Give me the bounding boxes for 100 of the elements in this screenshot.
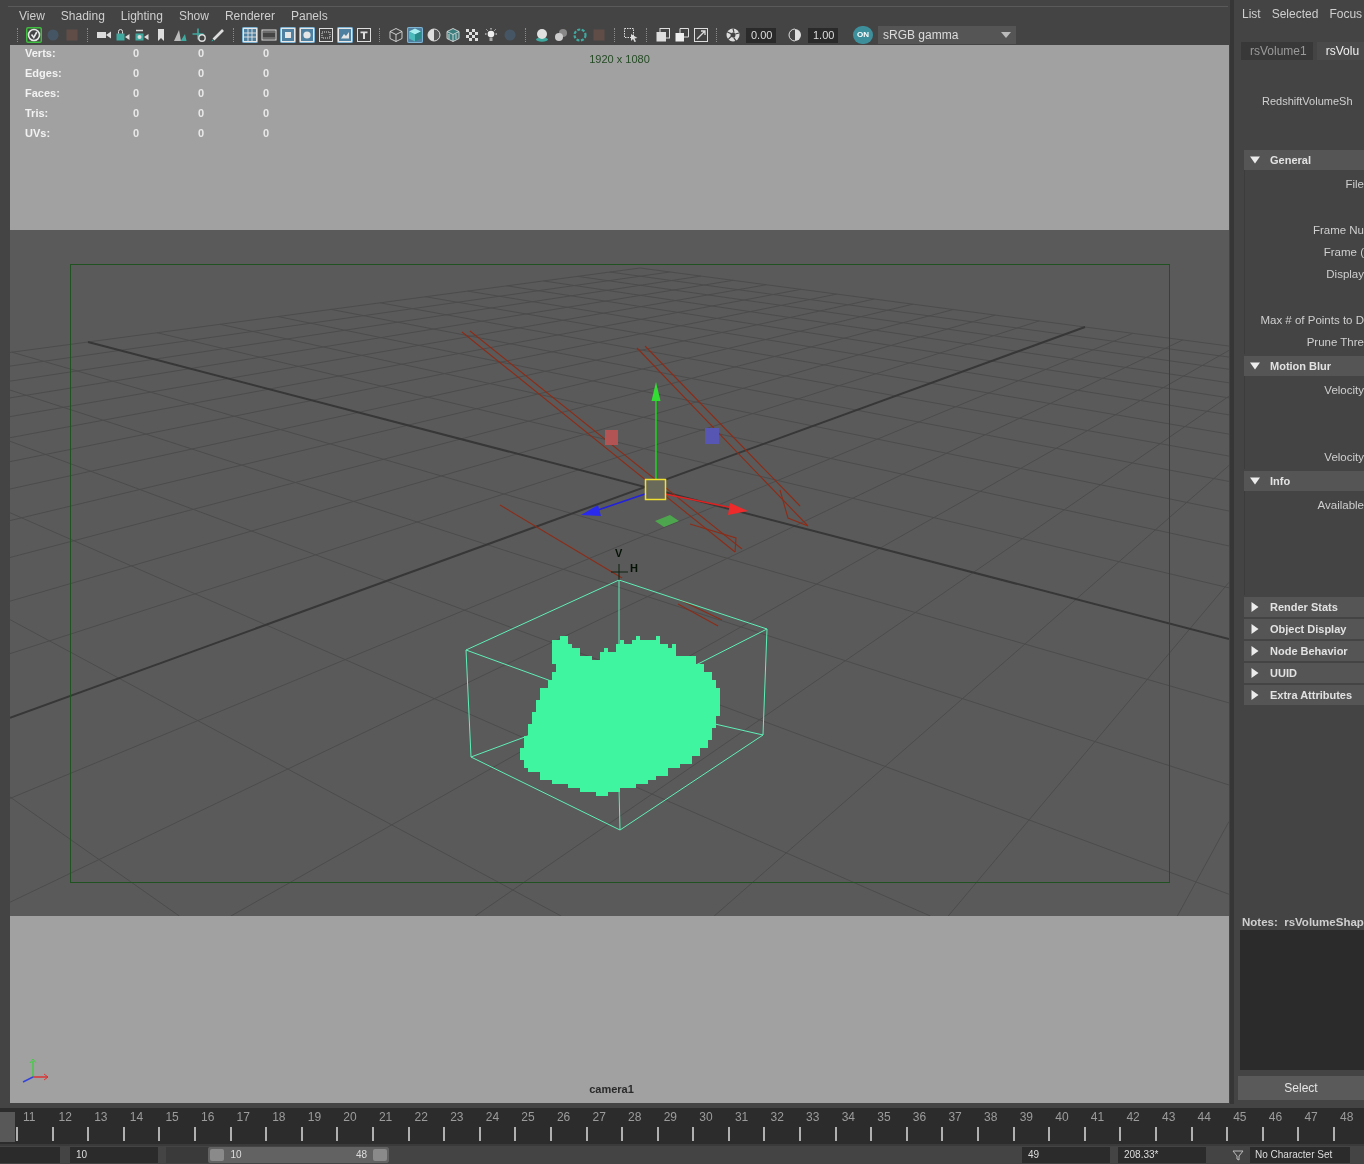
frame-number: 25 — [521, 1110, 535, 1124]
check-circle-icon[interactable] — [26, 27, 42, 43]
framed-square-icon[interactable] — [280, 27, 296, 43]
frame-number: 26 — [556, 1110, 571, 1124]
frame-number: 19 — [307, 1110, 322, 1124]
section-header[interactable]: Object Display — [1244, 619, 1364, 639]
half-circle-icon[interactable] — [787, 27, 803, 43]
select-button[interactable]: Select — [1238, 1076, 1364, 1100]
checker-icon[interactable] — [464, 27, 480, 43]
attribute-label: File — [1345, 177, 1364, 192]
stacked-squares-icon[interactable] — [655, 27, 671, 43]
volume-cloud[interactable] — [520, 636, 720, 796]
plane-handle[interactable] — [605, 430, 618, 445]
pencil-icon[interactable] — [210, 27, 226, 43]
dotted-frame-icon[interactable] — [318, 27, 334, 43]
start-frame-field[interactable]: 10 — [70, 1147, 158, 1163]
input-field[interactable] — [0, 1147, 60, 1163]
slider-handle[interactable] — [373, 1149, 387, 1161]
menu-item[interactable]: List — [1242, 6, 1261, 24]
half-circle-icon[interactable] — [426, 27, 442, 43]
exposure-field[interactable]: 0.00 — [746, 27, 776, 43]
text-frame-icon[interactable] — [356, 27, 372, 43]
menu-item[interactable]: Show — [178, 8, 209, 24]
time-slider[interactable]: 11 12 13 14 15 16 17 18 19 20 21 22 23 24 25 26 27 28 29 30 31 32 33 34 35 36 37 38 39 40 41 42 43 44 45 46 47 48 — [0, 1108, 1364, 1146]
end-frame-field[interactable]: 49 — [1022, 1147, 1110, 1163]
light-bulb-icon[interactable] — [483, 27, 499, 43]
section-header[interactable]: Render Stats — [1244, 597, 1364, 617]
hud-value: 0 — [131, 106, 141, 121]
notes-field[interactable] — [1240, 930, 1364, 1070]
arrow-box-icon[interactable] — [693, 27, 709, 43]
hud-value: 0 — [196, 86, 206, 101]
slider-handle[interactable] — [210, 1149, 225, 1161]
hud-value: 0 — [131, 46, 141, 61]
film-strip-icon[interactable] — [261, 27, 277, 43]
frame-number: 24 — [485, 1110, 500, 1124]
hud-value: 0 — [261, 86, 271, 101]
hud-value: 0 — [131, 66, 141, 81]
circle-frame-icon[interactable] — [299, 27, 315, 43]
hud-label: Verts: — [25, 46, 57, 61]
frame-number: 33 — [806, 1110, 820, 1124]
aperture-icon[interactable] — [725, 27, 741, 43]
camera-name-label: camera1 — [589, 1082, 634, 1096]
plane-handle[interactable] — [705, 428, 719, 444]
section-header[interactable]: Extra Attributes — [1244, 685, 1364, 705]
frame-number: 48 — [1339, 1110, 1354, 1124]
select-box-icon[interactable] — [623, 27, 639, 43]
y-axis-arrow[interactable] — [651, 382, 661, 480]
spheres-icon[interactable] — [553, 27, 569, 43]
gamma-field[interactable]: 1.00 — [808, 27, 838, 43]
menu-item[interactable]: Lighting — [120, 8, 163, 24]
color-management-toggle[interactable]: ON — [853, 26, 873, 44]
frame-number: 34 — [841, 1110, 855, 1124]
frame-number: 30 — [699, 1110, 713, 1124]
section-header[interactable]: Info — [1244, 471, 1364, 491]
cross-ring-icon[interactable] — [191, 27, 207, 43]
section-header[interactable]: UUID — [1244, 663, 1364, 683]
frame-number: 41 — [1090, 1110, 1105, 1124]
section-header[interactable]: General — [1244, 150, 1364, 170]
frame-number: 47 — [1304, 1110, 1318, 1124]
frame-number: 46 — [1268, 1110, 1283, 1124]
squares-icon[interactable] — [674, 27, 690, 43]
image-frame-icon[interactable] — [337, 27, 353, 43]
sphere-icon[interactable] — [534, 27, 550, 43]
ring-icon[interactable] — [572, 27, 588, 43]
view-transform-dropdown[interactable]: sRGB gamma — [878, 26, 1016, 44]
frame-number: 27 — [592, 1110, 606, 1124]
character-set-dropdown[interactable]: No Character Set — [1250, 1147, 1350, 1163]
center-handle[interactable] — [644, 478, 667, 501]
attribute-label: Max # of Points to D — [1260, 313, 1364, 328]
frame-number: 45 — [1233, 1110, 1247, 1124]
menu-item[interactable]: View — [19, 8, 45, 24]
menu-item[interactable]: Renderer — [224, 8, 275, 24]
hud-value: 0 — [196, 66, 206, 81]
menu-item[interactable]: Focus — [1329, 6, 1363, 24]
grid-icon[interactable] — [242, 27, 258, 43]
tab[interactable]: rsVolu — [1316, 42, 1364, 60]
tab[interactable]: rsVolume1 — [1241, 42, 1313, 60]
end-frame-field[interactable]: 208.33* — [1118, 1147, 1206, 1163]
section-header[interactable]: Motion Blur — [1244, 356, 1364, 376]
camera-icon[interactable] — [134, 27, 150, 43]
camera-lock-icon[interactable] — [115, 27, 131, 43]
filter-icon[interactable] — [1232, 1149, 1244, 1161]
plane-handle[interactable] — [655, 515, 679, 527]
cube-icon[interactable] — [407, 27, 423, 43]
frame-number: 12 — [58, 1110, 72, 1124]
menu-item[interactable]: Panels — [290, 8, 328, 24]
menu-item[interactable]: Selected — [1271, 6, 1319, 24]
wireframe-cube-icon[interactable] — [388, 27, 404, 43]
attribute-label: Frame ( — [1323, 245, 1364, 260]
textured-cube-icon[interactable] — [445, 27, 461, 43]
frame-number: 14 — [129, 1110, 144, 1124]
range-start-label: 10 — [230, 1148, 242, 1162]
frame-number: 35 — [877, 1110, 891, 1124]
hud-label: UVs: — [25, 126, 52, 141]
current-frame-marker[interactable] — [0, 1112, 15, 1142]
menu-item[interactable]: Shading — [60, 8, 105, 24]
frame-number: 28 — [628, 1110, 642, 1124]
section-header[interactable]: Node Behavior — [1244, 641, 1364, 661]
x-axis-arrow[interactable] — [664, 493, 748, 515]
frame-number: 40 — [1055, 1110, 1069, 1124]
